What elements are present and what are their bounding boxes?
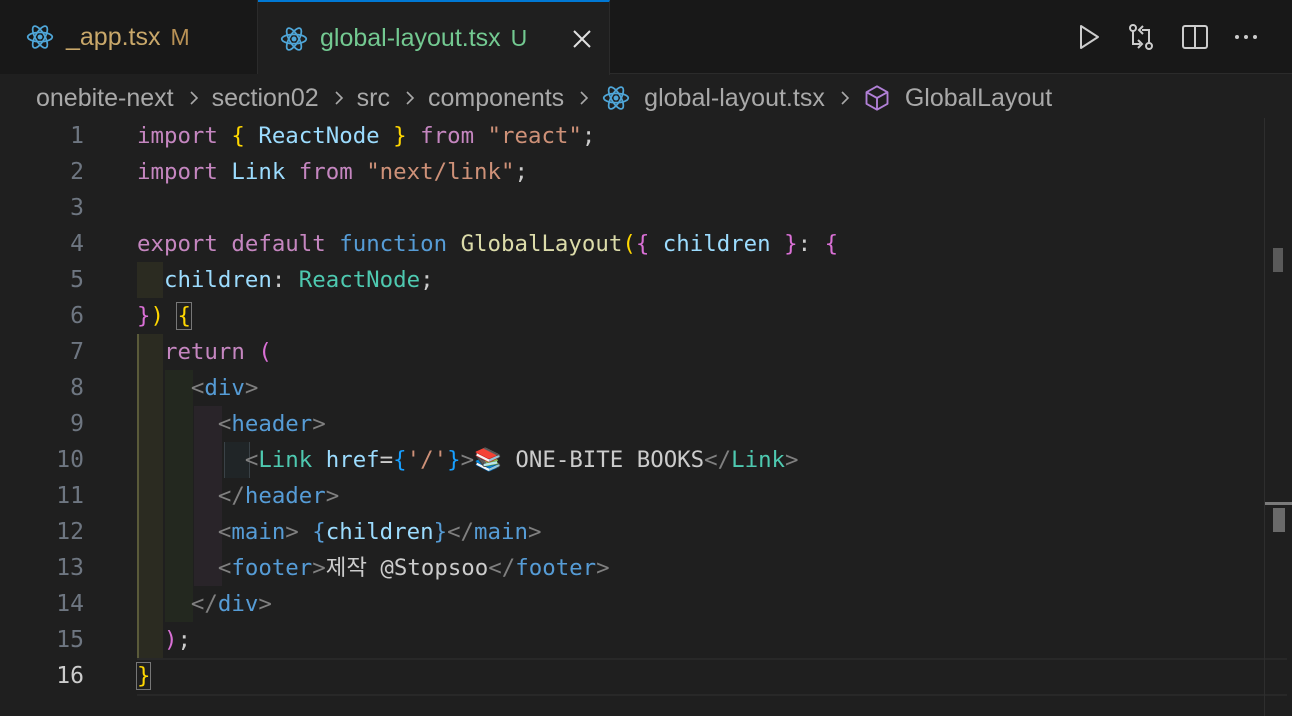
code-line: 11 </header> bbox=[0, 478, 1260, 514]
breadcrumb-item-components[interactable]: components bbox=[428, 84, 564, 113]
line-number: 16 bbox=[56, 663, 84, 689]
tab-label: global-layout.tsx bbox=[320, 24, 501, 52]
line-number: 6 bbox=[70, 303, 84, 329]
line-number: 8 bbox=[70, 375, 84, 401]
line-number: 14 bbox=[56, 591, 84, 617]
chevron-right-icon bbox=[841, 91, 849, 105]
tab-app-tsx[interactable]: _app.tsx M bbox=[0, 0, 258, 74]
chevron-right-icon bbox=[189, 91, 198, 105]
react-icon bbox=[26, 23, 54, 51]
code-text: </div> bbox=[190, 591, 272, 617]
code-text: <footer>제작 @Stopsoo</footer> bbox=[217, 555, 610, 581]
breadcrumb-item-src[interactable]: src bbox=[357, 84, 390, 113]
react-icon bbox=[603, 84, 630, 112]
code-text: ); bbox=[163, 627, 191, 653]
code-line: 10 <Link href={'/'}>📚 ONE-BITE BOOKS</Li… bbox=[0, 442, 1260, 478]
code-line: 8 <div> bbox=[0, 370, 1260, 406]
breadcrumb-item-symbol[interactable]: GlobalLayout bbox=[905, 84, 1052, 113]
line-number: 5 bbox=[70, 267, 84, 293]
line-number: 10 bbox=[56, 447, 84, 473]
code-line: 7 return ( bbox=[0, 334, 1260, 370]
code-line: 13 <footer>제작 @Stopsoo</footer> bbox=[0, 550, 1260, 586]
code-line-active: 16 } bbox=[0, 658, 1260, 694]
code-editor[interactable]: 1 import { ReactNode } from "react"; 2 i… bbox=[0, 118, 1292, 716]
code-line: 3 bbox=[0, 190, 1260, 226]
code-line: 4 export default function GlobalLayout({… bbox=[0, 226, 1260, 262]
breadcrumb-item-section02[interactable]: section02 bbox=[212, 84, 319, 113]
line-number: 9 bbox=[70, 411, 84, 437]
tab-modified-badge: M bbox=[170, 23, 190, 50]
close-icon[interactable] bbox=[571, 28, 593, 50]
code-text: <div> bbox=[190, 375, 259, 401]
line-number: 11 bbox=[56, 483, 84, 509]
scrollbar-marker bbox=[1273, 248, 1283, 272]
breadcrumb-item-file[interactable]: global-layout.tsx bbox=[644, 84, 825, 113]
code-line: 6 }) { bbox=[0, 298, 1260, 334]
symbol-method-icon bbox=[865, 85, 889, 111]
compare-changes-icon[interactable] bbox=[1126, 22, 1156, 52]
code-text: import { ReactNode } from "react"; bbox=[137, 123, 596, 149]
code-line: 5 children: ReactNode; bbox=[0, 262, 1260, 298]
more-actions-icon[interactable] bbox=[1232, 22, 1262, 52]
code-line: 1 import { ReactNode } from "react"; bbox=[0, 118, 1260, 154]
code-text: </header> bbox=[217, 483, 340, 509]
code-text: }) { bbox=[137, 302, 192, 330]
line-number: 7 bbox=[70, 339, 84, 365]
line-number: 13 bbox=[56, 555, 84, 581]
tab-untracked-badge: U bbox=[510, 25, 528, 51]
code-text: <main> {children}</main> bbox=[217, 519, 542, 545]
code-line: 15 ); bbox=[0, 622, 1260, 658]
line-number: 15 bbox=[56, 627, 84, 653]
run-icon[interactable] bbox=[1074, 22, 1104, 52]
breadcrumb: onebite-next section02 src components gl… bbox=[0, 76, 1292, 120]
chevron-right-icon bbox=[580, 91, 588, 105]
code-line: 12 <main> {children}</main> bbox=[0, 514, 1260, 550]
tab-global-layout-tsx[interactable]: global-layout.tsx U bbox=[258, 0, 610, 75]
code-text: <Link href={'/'}>📚 ONE-BITE BOOKS</Link> bbox=[244, 447, 799, 473]
code-text: export default function GlobalLayout({ c… bbox=[137, 231, 839, 257]
split-editor-icon[interactable] bbox=[1180, 22, 1210, 52]
chevron-right-icon bbox=[334, 91, 343, 105]
code-line: 9 <header> bbox=[0, 406, 1260, 442]
line-number: 4 bbox=[70, 231, 84, 257]
react-icon bbox=[280, 24, 308, 53]
vertical-scrollbar[interactable] bbox=[1264, 118, 1292, 716]
line-number: 3 bbox=[70, 195, 84, 221]
breadcrumb-item-onebite-next[interactable]: onebite-next bbox=[36, 84, 174, 113]
line-number: 2 bbox=[70, 159, 84, 185]
line-number: 1 bbox=[70, 123, 84, 149]
scrollbar-thumb[interactable] bbox=[1273, 508, 1285, 532]
line-number: 12 bbox=[56, 519, 84, 545]
tab-bar: _app.tsx M global-layout.tsx U bbox=[0, 0, 1292, 75]
chevron-right-icon bbox=[406, 91, 414, 105]
code-text: import Link from "next/link"; bbox=[137, 159, 528, 185]
code-text: <header> bbox=[217, 411, 326, 437]
scrollbar-marker bbox=[1265, 502, 1292, 505]
code-text: return ( bbox=[163, 339, 272, 365]
code-line: 2 import Link from "next/link"; bbox=[0, 154, 1260, 190]
tab-label: _app.tsx bbox=[66, 22, 161, 51]
code-text: } bbox=[135, 662, 152, 690]
code-line: 14 </div> bbox=[0, 586, 1260, 622]
code-text: children: ReactNode; bbox=[163, 267, 434, 293]
